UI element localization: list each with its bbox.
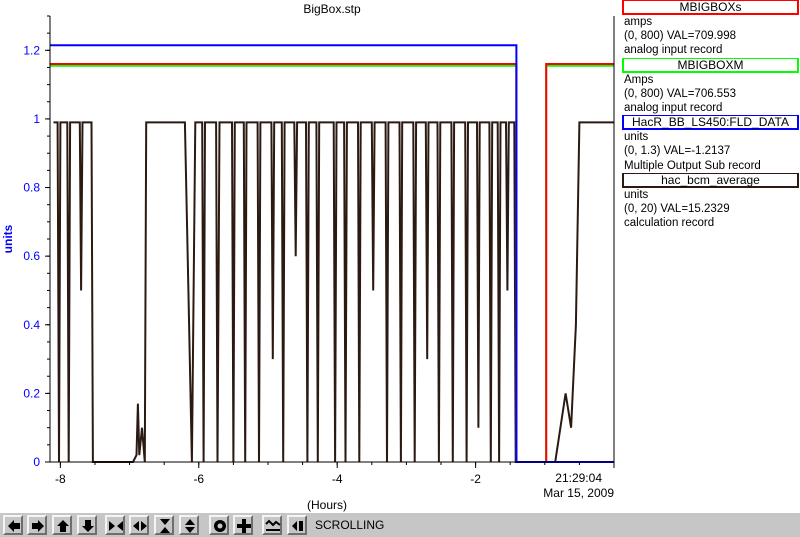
chart-area: BigBox.stp 0 0.2 0.4 0.6 0.8 1 1.2 -8 -6 -4 -2 21:29…	[0, 0, 620, 512]
legend-title-2[interactable]: HacR_BB_LS450:FLD_DATA	[622, 115, 799, 131]
line-chart: BigBox.stp 0 0.2 0.4 0.6 0.8 1 1.2 -8 -6 -4 -2 21:29…	[1, 2, 615, 512]
y-tick-label: 0.4	[23, 318, 40, 332]
legend-range-val: (0, 1.3) VAL=-1.2137	[624, 145, 731, 158]
x-tick-label: -2	[470, 472, 481, 486]
y-tick-label: 1	[33, 112, 40, 126]
y-tick-label: 1.2	[23, 43, 40, 57]
target-icon	[214, 520, 226, 532]
legend-title-1[interactable]: MBIGBOXM	[622, 57, 799, 73]
series-line-1	[50, 64, 614, 463]
scroll-mode-icon	[292, 521, 303, 531]
end-time-label: 21:29:04	[555, 471, 602, 485]
series-line-3	[53, 121, 614, 463]
center-button[interactable]	[209, 515, 229, 535]
crosshair-plus-icon	[237, 519, 251, 533]
legend-units: units	[624, 131, 649, 144]
scroll-up-button[interactable]	[52, 515, 72, 535]
legend-record: analog input record	[624, 102, 723, 115]
arrow-up-icon	[57, 520, 69, 532]
y-tick-label: 0	[33, 455, 40, 469]
compress-vertical-icon	[185, 519, 195, 533]
legend-title-0[interactable]: MBIGBOXs	[622, 0, 799, 15]
toolbar: SCROLLING	[0, 512, 800, 537]
legend-panel: MBIGBOXs amps (0, 800) VAL=709.998 analog i…	[622, 0, 800, 230]
legend-record: analog input record	[624, 44, 723, 57]
x-tick-label: -6	[193, 472, 204, 486]
y-tick-label: 0.6	[23, 249, 40, 263]
x-tick-label: -4	[332, 472, 343, 486]
arrow-down-icon	[82, 520, 94, 532]
chart-title: BigBox.stp	[303, 2, 361, 16]
y-tick-label: 0.8	[23, 181, 40, 195]
legend-units: amps	[624, 16, 653, 28]
end-date-label: Mar 15, 2009	[543, 486, 614, 500]
auto-scale-button[interactable]	[233, 515, 253, 535]
legend-range-val: (0, 800) VAL=709.998	[624, 30, 736, 43]
graph-button[interactable]	[262, 515, 282, 535]
x-axis-label: (Hours)	[307, 498, 347, 512]
arrow-right-icon	[32, 520, 44, 532]
legend-range-val: (0, 20) VAL=15.2329	[624, 203, 730, 216]
graph-icon	[265, 519, 281, 531]
zoom-in-x-button[interactable]	[105, 515, 125, 535]
legend-record: Multiple Output Sub record	[624, 159, 761, 172]
y-axis-label: units	[1, 224, 15, 253]
legend-units: units	[624, 188, 649, 201]
y-tick-label: 0.2	[23, 386, 40, 400]
scroll-right-button[interactable]	[27, 515, 47, 535]
scroll-mode-button[interactable]	[287, 515, 307, 535]
legend-range-val: (0, 800) VAL=706.553	[624, 87, 736, 100]
series-line-0	[50, 63, 614, 463]
legend-units: Amps	[624, 73, 654, 86]
scroll-down-button[interactable]	[77, 515, 97, 535]
zoom-out-x-button[interactable]	[129, 515, 149, 535]
expand-horizontal-icon	[109, 521, 123, 531]
legend-title-3[interactable]: hac_bcm_average	[622, 172, 799, 188]
zoom-out-y-button[interactable]	[179, 515, 199, 535]
zoom-in-y-button[interactable]	[154, 515, 174, 535]
expand-vertical-icon	[160, 519, 170, 533]
scroll-left-button[interactable]	[3, 515, 23, 535]
legend-record: calculation record	[624, 217, 715, 230]
arrow-left-icon	[8, 520, 20, 532]
scroll-status: SCROLLING	[315, 518, 385, 532]
x-tick-label: -8	[55, 472, 66, 486]
series-line-2	[50, 44, 614, 463]
compress-horizontal-icon	[133, 521, 147, 531]
